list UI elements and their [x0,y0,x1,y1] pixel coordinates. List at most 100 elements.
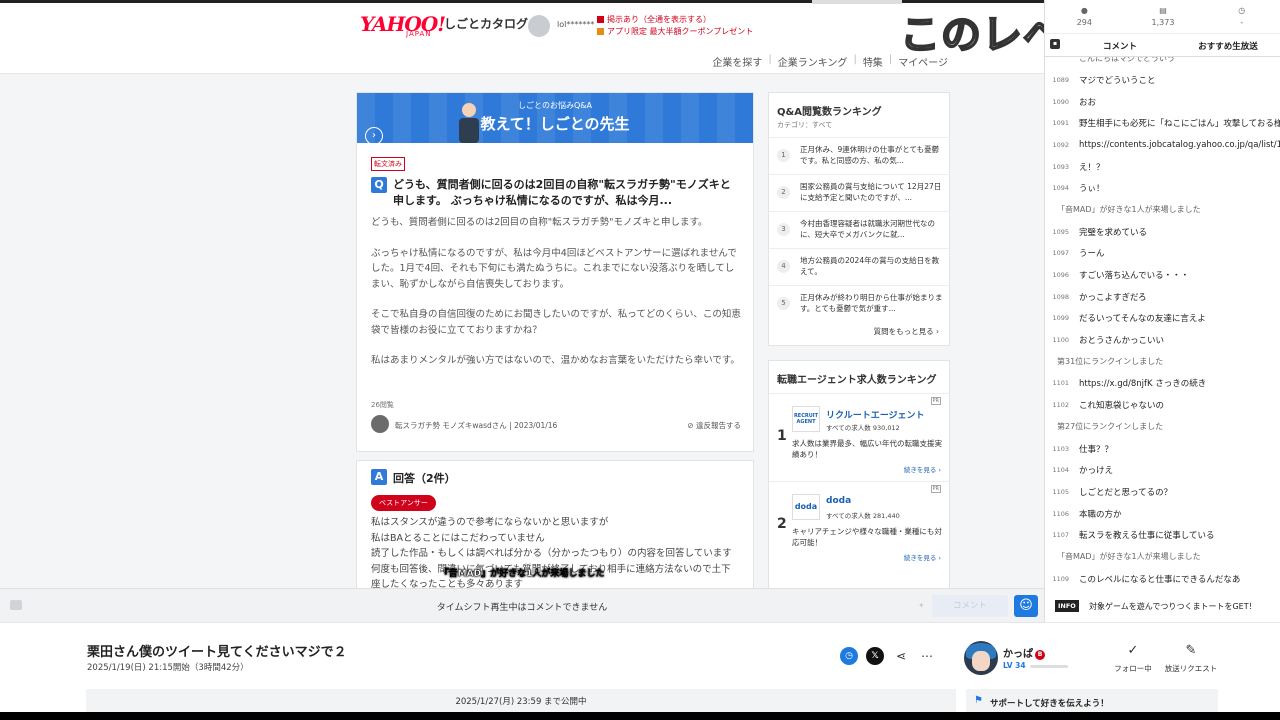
rank-number: 4 [777,260,790,273]
mail-icon [597,16,604,23]
comment-row: 1099 だるいってそんなの友達に言えよ [1045,308,1280,330]
open-until: 2025/1/27(月) 23:59 まで公開中 [86,689,956,712]
info-bar[interactable]: INFO 対象ゲームを遊んでつりつくまトートをGET！ [1045,596,1280,618]
comment-number: 1102 [1052,401,1069,410]
comment-number: 1100 [1052,336,1069,345]
comment-text: このレベルになると仕事にできるんだなあ [1079,574,1241,585]
question-author: 転スラガチ勢 モノズキwasdさん | 2023/01/16 [395,421,558,430]
comment-text: うーん [1079,249,1105,260]
overlay-caption: このレベ [899,11,1044,59]
share-icons: ◷ 𝕏 ⋖ ⋯ [840,647,936,665]
search-box-stub [812,0,902,4]
avatar[interactable] [964,641,998,675]
rank-number: 3 [777,223,790,236]
comment-number: 1090 [1052,97,1069,106]
tab-recommend[interactable]: おすすめ生放送 [1175,40,1280,52]
comment-number: 1103 [1052,444,1069,453]
agent-item: PR 2 doda doda すべての求人数 281,440 キャリアチェンジや… [769,481,949,565]
rank-number: 1 [777,149,790,162]
question-paragraph: どうも、質問者側に回るのは2回目の自称"転スラガチ勢"モノズキと申します。 [371,217,708,228]
rank-text: 国家公務員の賞与支給について 12月27日に支給予定と聞いたのですが、... [800,182,942,202]
more-icon[interactable]: ⋯ [918,647,936,665]
comment-row: 1103 仕事？？ [1045,438,1280,460]
agent-count: すべての求人数 281,440 [826,512,900,520]
x-share-icon[interactable]: 𝕏 [866,647,884,665]
command-icon[interactable]: ✦ [918,601,928,611]
timer: ◷ - [1202,0,1280,33]
best-answer-badge: ベストアンサー [371,495,436,511]
panel-tabs: ▪ コメント おすすめ生放送 [1045,35,1280,57]
follow-button[interactable]: ✓ フォロー中 [1112,643,1154,674]
comment-number: 1098 [1052,292,1069,301]
emoji-icon[interactable]: ☺ [1014,595,1038,617]
video-player[interactable]: YAHOO! JAPAN しごとカタログ lol******* 掲示あり（全通を… [0,0,1044,588]
qa-ranking-category: カテゴリ：すべて [777,121,833,129]
tab-comments[interactable]: コメント [1065,40,1175,52]
send-comment-button[interactable]: コメント [932,595,1008,617]
comment-list[interactable]: こんにちはマジでどういう 1089 マジでどういうこと 1090 おお 1091 野生相手… [1045,57,1280,587]
comment-text: え！？ [1079,162,1105,173]
pr-badge: PR [930,397,941,405]
comment-row: 1091 野生相手にも必死に「ねこにごはん」攻撃しておる様 [1045,112,1280,134]
comment-number: 1104 [1052,466,1069,475]
check-icon: ✓ [1127,643,1139,658]
answers-title: 回答（2件） [393,472,456,485]
nav-item-feature: 特集 [862,58,883,69]
chevron-right-icon: › [365,127,383,143]
comment-row: 1095 完璧を求めている [1045,221,1280,243]
agent-item: PR 1 RECRUIT AGENT リクルートエージェント すべての求人数 9… [769,393,949,477]
comment-row: 1109 このレベルになると仕事にできるんだなあ [1045,568,1280,587]
agent-more-link: 続きを見る › [903,466,941,474]
info-text: 対象ゲームを遊んでつりつくまトートをGET！ [1089,602,1257,611]
comment-number: 1105 [1052,487,1069,496]
comment-number: 1101 [1052,379,1069,388]
rank-number: 2 [777,186,790,199]
comment-row: 1106 本職の方か [1045,503,1280,525]
system-message: 「音MAD」が好きな1人が来場しました [1057,205,1201,215]
clock-icon: ◷ [1238,6,1246,15]
comment-text: https://x.gd/8njfK さっきの続き [1079,379,1207,390]
system-message-row: 「音MAD」が好きな1人が来場しました [1045,546,1280,568]
broadcaster-level: LV 34 [1003,661,1026,670]
share-icon[interactable]: ⋖ [892,647,910,665]
comment-number: 1091 [1052,119,1069,128]
qa-ranking-list: 1 正月休み、9連休明けの仕事がとても憂鬱です。私と同感の方、私の気... 2 国家… [769,137,951,322]
timeshift-clock-icon[interactable]: ◷ [840,647,858,665]
comment-text: マジでどういうこと [1079,75,1156,86]
shigoto-sensei-banner: しごとのお悩みQ&A 教えて！しごとの先生 › [357,93,753,143]
level-progress-bar [1030,665,1068,668]
answer-line: 私はスタンスが違うので参考にならないかと思いますが [371,517,609,528]
report-label: 違反報告する [696,421,741,430]
broadcast-request-button[interactable]: ✎ 放送リクエスト [1160,643,1222,674]
comment-row: 1104 かっけえ [1045,459,1280,481]
qa-ranking-card: Q&A閲覧数ランキング カテゴリ：すべて 1 正月休み、9連休明けの仕事がとても憂… [768,92,951,346]
comment-panel: ● 294 ▤ 1,373 ◷ - ▪ コメント おすすめ生放送 こんにちはマジでどう… [1044,0,1280,622]
comment-text: 転スラを教える仕事に従事している [1079,531,1215,542]
doda-logo-icon: doda [792,494,820,520]
comment-number: 1109 [1052,574,1069,583]
support-button[interactable]: ⚑ サポートして好きを伝えよう！ [966,689,1218,712]
system-message: 「音MAD」が好きな1人が来場しました [1057,552,1201,562]
comment-number: 1107 [1052,531,1069,540]
niconico-player-page: YAHOO! JAPAN しごとカタログ lol******* 掲示あり（全通を… [0,0,1280,712]
comment-number: 1094 [1052,184,1069,193]
broadcaster-name[interactable]: かっぱ B [1003,645,1045,660]
comment-row: 1090 おお [1045,91,1280,113]
support-label: サポートして好きを伝えよう！ [990,699,1109,709]
broadcaster-name-text: かっぱ [1003,649,1033,660]
comment-text: すごい落ち込んでいる・・・ [1079,271,1190,282]
more-questions-link: 質問をもっと見る › [873,327,939,336]
stats-bar: ● 294 ▤ 1,373 ◷ - [1045,0,1280,34]
pr-badge: PR [930,485,941,493]
comment-text: 仕事？？ [1079,444,1114,455]
system-message: 第31位にランクインしました [1057,357,1164,367]
comment-partial: こんにちはマジでどういう [1079,57,1175,63]
agent-desc: キャリアチェンジや様々な職種・業種にも対応可能！ [792,527,942,547]
comment-number: 1089 [1052,75,1069,84]
agent-rank: 1 [777,428,787,444]
question-mark-icon: Q [371,177,387,193]
comment-row: 1093 え！？ [1045,156,1280,178]
comment-row: 1089 マジでどういうこと [1045,69,1280,91]
question-meta: 転スラガチ勢 モノズキwasdさん | 2023/01/16 ⊘ 違反報告する [371,415,741,435]
comment-row: 1097 うーん [1045,243,1280,265]
